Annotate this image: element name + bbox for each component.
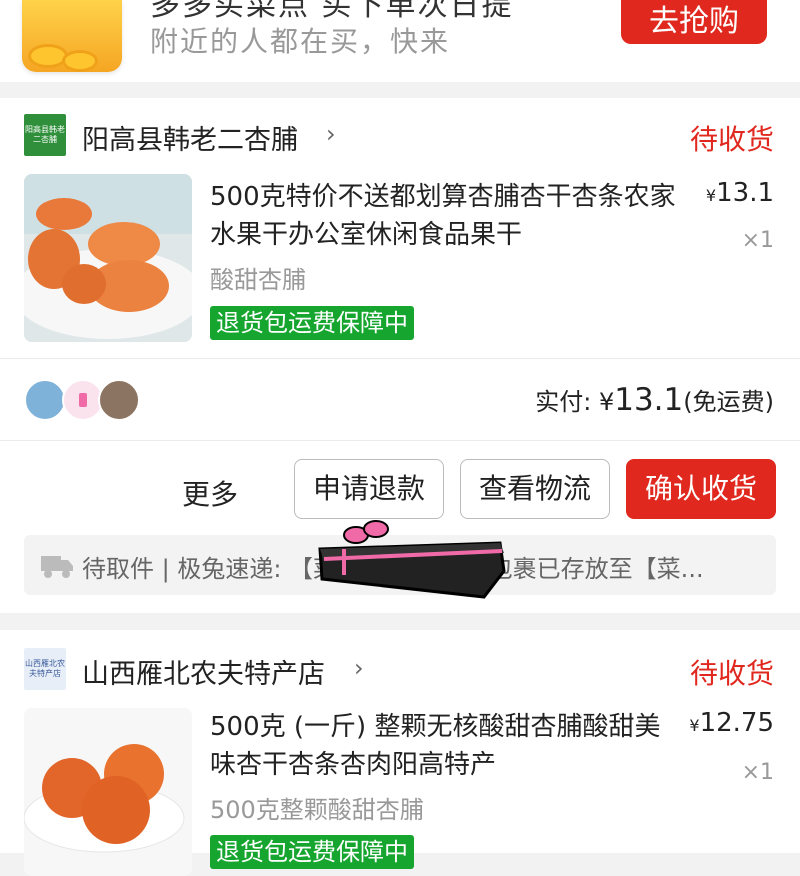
buyer-avatar xyxy=(98,379,140,421)
product-title[interactable]: 500克 (一斤) 整颗无核酸甜杏脯酸甜美味杏干杏条杏肉阳高特产 xyxy=(210,708,680,784)
divider xyxy=(0,358,800,359)
gold-coin-icon xyxy=(22,0,122,72)
product-variant: 500克整颗酸甜杏脯 xyxy=(210,796,424,824)
order-status: 待收货 xyxy=(689,123,774,156)
logistics-button[interactable]: 查看物流 xyxy=(460,459,610,519)
paid-summary: 实付: ¥13.1(免运费) xyxy=(535,382,774,418)
currency-symbol: ¥ xyxy=(705,186,717,205)
product-variant: 酸甜杏脯 xyxy=(210,266,306,294)
product-price: ¥12.75 xyxy=(689,708,774,738)
promo-subline: 附近的人都在买，快来 xyxy=(150,25,451,58)
product-title[interactable]: 500克特价不送都划算杏脯杏干杏条农家水果干办公室休闲食品果干 xyxy=(210,178,680,254)
confirm-receipt-button[interactable]: 确认收货 xyxy=(626,459,776,519)
chevron-right-icon[interactable]: › xyxy=(326,120,336,148)
buyer-avatar xyxy=(24,379,66,421)
product-quantity: ×1 xyxy=(741,228,774,253)
more-button[interactable]: 更多 xyxy=(182,473,238,513)
shop-logo: 阳高县韩老二杏脯 xyxy=(24,114,66,156)
shipping-note: (免运费) xyxy=(683,388,774,416)
order-card[interactable]: 山西雁北农夫特产店 山西雁北农夫特产店 › 待收货 500克 (一斤) 整颗无核… xyxy=(0,630,800,876)
shop-name[interactable]: 山西雁北农夫特产店 xyxy=(82,652,325,691)
promo-banner: 多多买菜点 买下单次日提 附近的人都在买，快来 去抢购 xyxy=(0,0,800,82)
truck-icon xyxy=(41,556,73,578)
order-status: 待收货 xyxy=(689,657,774,690)
paid-amount: 13.1 xyxy=(614,382,684,418)
guarantee-badge: 退货包运费保障中 xyxy=(210,835,414,869)
product-quantity: ×1 xyxy=(741,760,774,785)
product-image[interactable] xyxy=(24,708,192,876)
product-price: ¥13.1 xyxy=(706,178,774,208)
grab-button[interactable]: 去抢购 xyxy=(621,0,767,44)
shop-logo: 山西雁北农夫特产店 xyxy=(24,648,66,690)
product-image[interactable] xyxy=(24,174,192,342)
chevron-right-icon[interactable]: › xyxy=(354,654,364,682)
shop-name[interactable]: 阳高县韩老二杏脯 xyxy=(82,118,298,157)
paid-label: 实付: xyxy=(535,388,592,416)
price-value: 12.75 xyxy=(699,708,774,738)
gift-box-icon xyxy=(318,520,506,599)
order-card[interactable]: 阳高县韩老二杏脯 阳高县韩老二杏脯 › 待收货 500克特价不送都划算杏脯杏干杏… xyxy=(0,98,800,613)
currency-symbol: ¥ xyxy=(689,716,700,735)
divider xyxy=(0,440,800,441)
currency-symbol: ¥ xyxy=(598,388,615,416)
tracking-info[interactable]: 待取件 | 极兔速递: 【菜鸟驿站】 您的包裹已存放至【菜... xyxy=(24,520,776,599)
price-value: 13.1 xyxy=(716,178,774,208)
refund-button[interactable]: 申请退款 xyxy=(294,459,444,519)
guarantee-badge: 退货包运费保障中 xyxy=(210,306,414,340)
